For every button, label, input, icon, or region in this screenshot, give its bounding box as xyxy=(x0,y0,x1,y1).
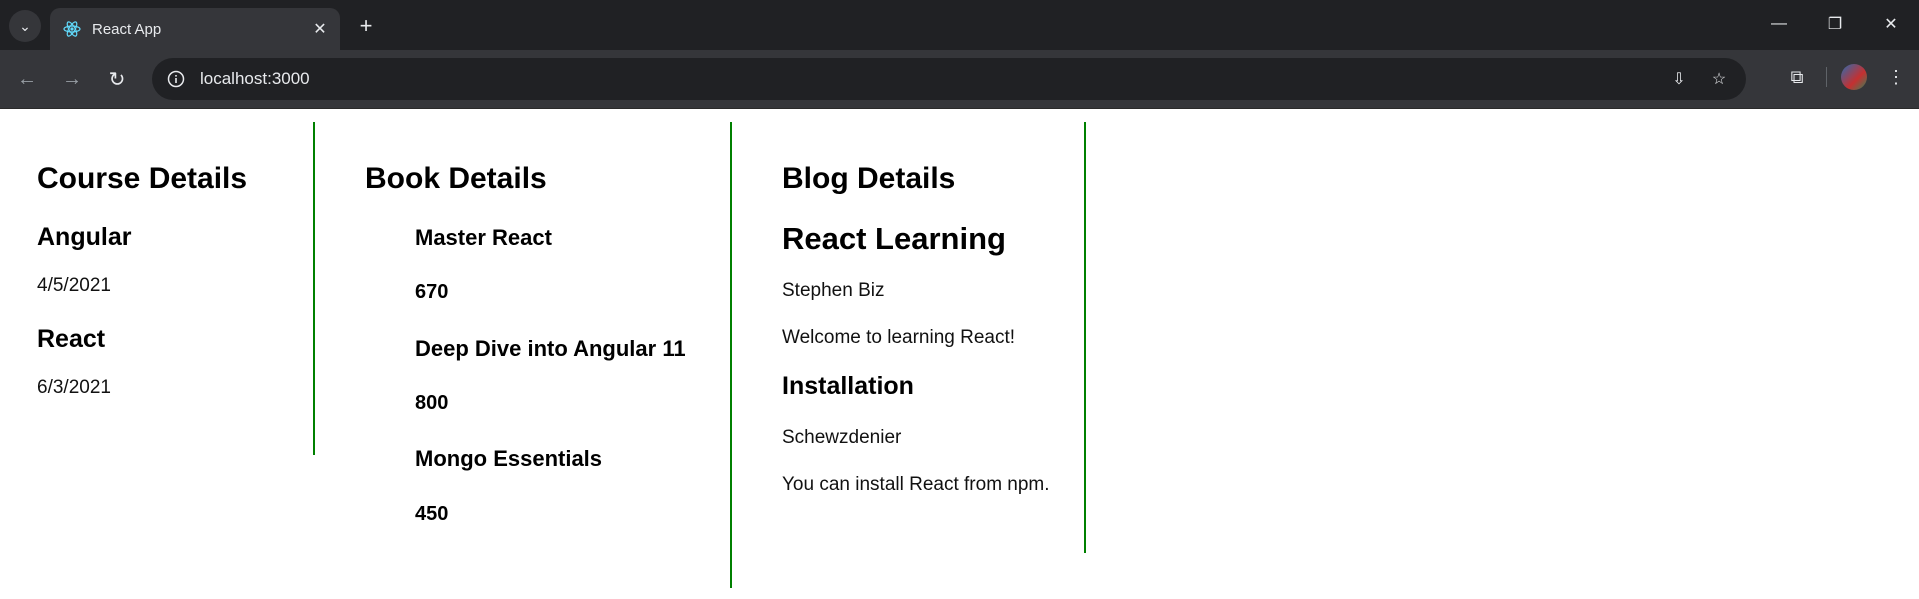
blog-author: Stephen Biz xyxy=(782,280,885,301)
browser-toolbar: ← → ↻ localhost:3000 ⇩ ☆ ⧉ ⋮ xyxy=(0,50,1919,109)
book-price: 670 xyxy=(415,281,449,303)
blog-heading: Blog Details xyxy=(782,162,956,195)
blog-content: Welcome to learning React! xyxy=(782,327,1016,348)
course-heading: Course Details xyxy=(37,162,248,195)
back-icon[interactable]: ← xyxy=(12,64,42,94)
book-name: Mongo Essentials xyxy=(415,446,603,471)
course-name: Angular xyxy=(37,223,132,251)
restore-icon[interactable]: ❐ xyxy=(1807,0,1863,48)
page-content: Course Details Angular 4/5/2021 React 6/… xyxy=(0,109,1919,599)
course-name: React xyxy=(37,325,106,353)
reload-icon[interactable]: ↻ xyxy=(102,64,132,94)
course-date: 4/5/2021 xyxy=(37,275,111,296)
tab-title: React App xyxy=(92,20,162,38)
window-controls: — ❐ ✕ xyxy=(1751,0,1919,50)
react-logo-icon xyxy=(63,21,81,37)
book-price: 800 xyxy=(415,392,449,414)
address-bar[interactable]: localhost:3000 ⇩ ☆ xyxy=(152,58,1746,100)
profile-avatar[interactable] xyxy=(1841,64,1867,90)
browser-tabstrip: ⌄ React App ✕ + — ❐ ✕ xyxy=(0,0,1919,50)
toolbar-divider xyxy=(1826,67,1827,87)
tab-search-chevron-icon[interactable]: ⌄ xyxy=(9,10,41,42)
site-info-icon[interactable] xyxy=(166,69,186,89)
blog-title: React Learning xyxy=(782,221,1006,256)
book-name: Master React xyxy=(415,225,552,250)
blog-content: You can install React from npm. xyxy=(782,474,1050,495)
course-date: 6/3/2021 xyxy=(37,377,111,398)
blog-title: Installation xyxy=(782,372,914,400)
book-details-section: Book Details Master React 670 Deep Dive … xyxy=(315,122,732,588)
close-window-icon[interactable]: ✕ xyxy=(1863,0,1919,48)
url-text: localhost:3000 xyxy=(200,69,310,88)
book-name: Deep Dive into Angular 11 xyxy=(415,336,686,361)
bookmark-star-icon[interactable]: ☆ xyxy=(1706,66,1732,92)
minimize-icon[interactable]: — xyxy=(1751,0,1807,48)
blog-author: Schewzdenier xyxy=(782,427,902,448)
blog-details-section: Blog Details React Learning Stephen Biz … xyxy=(732,122,1086,553)
browser-tab[interactable]: React App ✕ xyxy=(50,8,340,50)
forward-icon[interactable]: → xyxy=(57,64,87,94)
extensions-icon[interactable]: ⧉ xyxy=(1782,62,1812,92)
install-app-icon[interactable]: ⇩ xyxy=(1666,66,1692,92)
close-tab-icon[interactable]: ✕ xyxy=(308,19,332,39)
more-menu-icon[interactable]: ⋮ xyxy=(1881,62,1911,92)
new-tab-icon[interactable]: + xyxy=(352,12,380,40)
book-price: 450 xyxy=(415,503,449,525)
course-details-section: Course Details Angular 4/5/2021 React 6/… xyxy=(0,122,315,455)
book-heading: Book Details xyxy=(365,162,547,195)
